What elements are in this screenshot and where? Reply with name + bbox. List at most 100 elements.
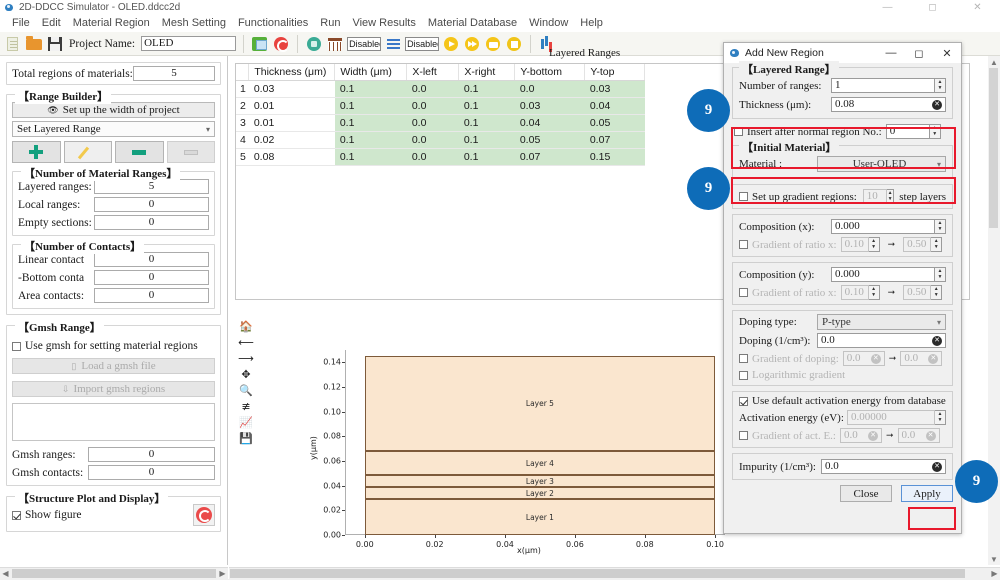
material-combo[interactable]: User-OLED ▾ <box>817 156 946 172</box>
table-row[interactable]: 1 0.03 0.1 0.0 0.1 0.0 0.03 <box>236 80 645 98</box>
new-document-icon[interactable] <box>4 35 22 53</box>
dialog-close-icon[interactable]: ✕ <box>933 43 961 63</box>
clear-icon[interactable]: ✕ <box>868 430 878 441</box>
gmsh-file-listbox[interactable] <box>12 403 215 441</box>
gradient-regions-checkbox[interactable] <box>739 192 748 201</box>
clear-icon[interactable]: ✕ <box>932 99 942 110</box>
thickness-input[interactable]: 0.08 ✕ <box>831 97 946 112</box>
show-figure-checkbox[interactable] <box>12 510 21 520</box>
remove-range-button[interactable] <box>115 141 164 163</box>
composition-y-stepper[interactable]: ▲ ▼ <box>935 267 946 282</box>
gradient-ratio-y-checkbox[interactable] <box>739 288 748 297</box>
scroll-down-icon[interactable]: ▼ <box>988 553 1000 565</box>
doping-type-combo[interactable]: P-type ▾ <box>817 314 946 330</box>
activation-energy-stepper[interactable]: ▲ ▼ <box>935 410 946 425</box>
load-gmsh-button[interactable]: ▯ Load a gmsh file <box>12 358 215 374</box>
scroll-right-icon[interactable]: ▶ <box>217 568 228 580</box>
activation-energy-input[interactable]: 0.00000 <box>847 410 935 425</box>
material-icon[interactable] <box>305 35 323 53</box>
run-icon[interactable] <box>442 35 460 53</box>
menu-material-database[interactable]: Material Database <box>422 17 523 29</box>
menu-material-region[interactable]: Material Region <box>67 17 156 29</box>
edit-axis-icon[interactable]: 📈 <box>235 414 257 430</box>
setup-width-button[interactable]: 👁 Set up the width of project <box>12 102 215 118</box>
gradient-act-from[interactable]: 0.0 ✕ <box>840 428 882 443</box>
gmsh-contacts-value[interactable]: 0 <box>88 465 215 480</box>
clear-icon[interactable]: ✕ <box>932 461 942 472</box>
gradient-y-from-stepper[interactable]: ▲ ▼ <box>868 285 880 300</box>
insert-after-input[interactable]: 0 <box>885 124 930 139</box>
add-range-button[interactable] <box>12 141 61 163</box>
gradient-ratio-x-to[interactable]: 0.50 <box>903 237 932 252</box>
pan-icon[interactable]: ✥ <box>235 366 257 382</box>
gradient-regions-stepper[interactable]: ▲ ▼ <box>887 189 895 204</box>
vscroll-thumb[interactable] <box>989 68 998 228</box>
configure-subplots-icon[interactable]: ≢ <box>235 398 257 414</box>
save-icon[interactable] <box>46 35 64 53</box>
gradient-ratio-y-from[interactable]: 0.10 <box>840 285 869 300</box>
number-of-ranges-stepper[interactable]: ▲ ▼ <box>935 78 946 93</box>
menu-file[interactable]: File <box>6 17 36 29</box>
gmsh-ranges-value[interactable]: 0 <box>88 447 215 462</box>
close-icon[interactable]: ✕ <box>955 0 1000 14</box>
zoom-icon[interactable]: 🔍 <box>235 382 257 398</box>
gradient-doping-from[interactable]: 0.0 ✕ <box>842 351 885 366</box>
insert-after-checkbox[interactable] <box>734 127 743 136</box>
gradient-x-to-stepper[interactable]: ▲ ▼ <box>931 237 943 252</box>
logarithmic-gradient-checkbox[interactable] <box>739 370 748 380</box>
use-default-activation-checkbox[interactable] <box>739 396 748 406</box>
open-folder-icon[interactable] <box>25 35 43 53</box>
scroll-up-icon[interactable]: ▲ <box>988 56 1000 68</box>
scroll-left-icon[interactable]: ◀ <box>0 568 11 580</box>
gradient-y-to-stepper[interactable]: ▲ ▼ <box>931 285 943 300</box>
apply-button[interactable]: Apply <box>901 485 953 502</box>
table-row[interactable]: 5 0.08 0.1 0.0 0.1 0.07 0.15 <box>236 148 645 166</box>
table-row[interactable]: 3 0.01 0.1 0.0 0.1 0.04 0.05 <box>236 114 645 132</box>
home-icon[interactable]: 🏠 <box>235 318 257 334</box>
clear-range-button[interactable] <box>166 141 215 163</box>
save-figure-icon[interactable]: 💾 <box>235 430 257 446</box>
dialog-maximize-icon[interactable]: ◻ <box>905 43 933 63</box>
range-type-combo[interactable]: Set Layered Range ▾ <box>12 121 215 137</box>
hscroll-thumb[interactable] <box>230 569 965 578</box>
layered-ranges-tab[interactable]: Layered Ranges <box>549 47 620 59</box>
maximize-icon[interactable]: ◻ <box>910 0 955 14</box>
gradient-ratio-x-checkbox[interactable] <box>739 240 748 249</box>
insert-after-stepper[interactable]: ▲ ▼ <box>929 124 941 139</box>
menu-view-results[interactable]: View Results <box>346 17 421 29</box>
layered-ranges-value[interactable]: 5 <box>94 179 209 194</box>
menu-help[interactable]: Help <box>574 17 609 29</box>
menu-mesh-setting[interactable]: Mesh Setting <box>156 17 232 29</box>
mesh-icon[interactable] <box>326 35 344 53</box>
composition-x-stepper[interactable]: ▲ ▼ <box>935 219 946 234</box>
composition-x-input[interactable]: 0.000 <box>831 219 935 234</box>
gradient-ratio-y-to[interactable]: 0.50 <box>903 285 932 300</box>
gradient-ratio-x-from[interactable]: 0.10 <box>840 237 869 252</box>
menu-window[interactable]: Window <box>523 17 574 29</box>
menu-run[interactable]: Run <box>314 17 346 29</box>
clear-icon[interactable]: ✕ <box>928 353 939 364</box>
composition-y-input[interactable]: 0.000 <box>831 267 935 282</box>
back-arrow-icon[interactable]: ⟵ <box>235 334 257 350</box>
menu-functionalities[interactable]: Functionalities <box>232 17 314 29</box>
linear-contact-value[interactable]: 0 <box>94 252 209 267</box>
import-gmsh-button[interactable]: ⇩ Import gmsh regions <box>12 381 215 397</box>
refresh-plot-icon[interactable] <box>193 504 215 526</box>
bottom-contact-value[interactable]: 0 <box>94 270 209 285</box>
lines-icon[interactable] <box>384 35 402 53</box>
gradient-x-from-stepper[interactable]: ▲ ▼ <box>868 237 880 252</box>
left-horizontal-scrollbar[interactable]: ◀ ▶ <box>0 567 228 579</box>
clear-icon[interactable]: ✕ <box>870 353 881 364</box>
clear-icon[interactable]: ✕ <box>925 430 936 441</box>
close-button[interactable]: Close <box>840 485 892 502</box>
gradient-act-to[interactable]: 0.0 ✕ <box>897 428 940 443</box>
gradient-doping-to[interactable]: 0.0 ✕ <box>900 351 943 366</box>
area-contacts-value[interactable]: 0 <box>94 288 209 303</box>
impurity-input[interactable]: 0.0 ✕ <box>821 459 946 474</box>
local-ranges-value[interactable]: 0 <box>94 197 209 212</box>
print-icon[interactable] <box>484 35 502 53</box>
table-row[interactable]: 4 0.02 0.1 0.0 0.1 0.05 0.07 <box>236 131 645 149</box>
refresh-icon[interactable] <box>272 35 290 53</box>
run-fast-icon[interactable] <box>463 35 481 53</box>
use-gmsh-checkbox[interactable] <box>12 341 21 351</box>
